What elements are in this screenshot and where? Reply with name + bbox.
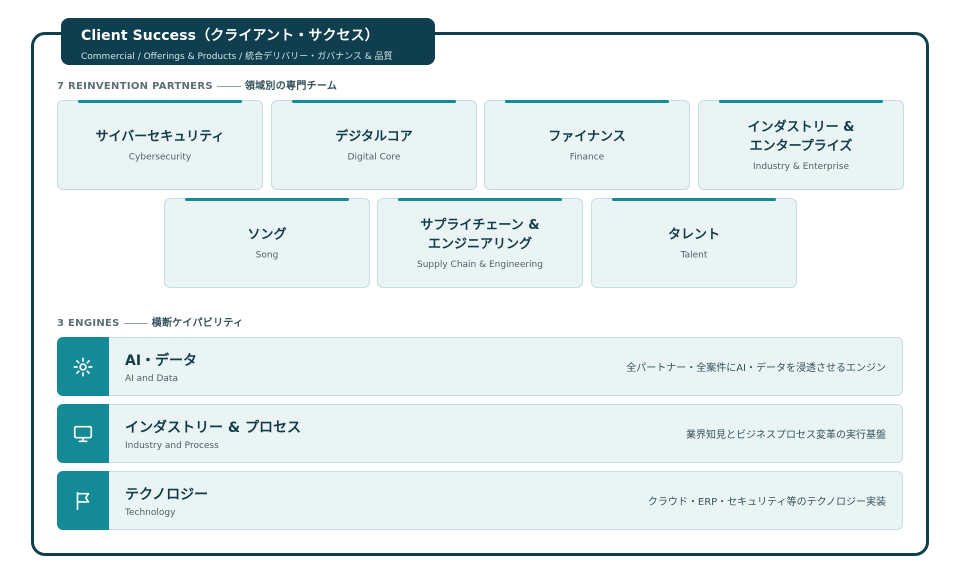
partner-name-en: Song <box>255 250 279 261</box>
partners-label-jp: 領域別の専門チーム <box>244 81 338 92</box>
partner-card-song: ソング Song <box>164 198 370 288</box>
engine-icon-box <box>57 471 109 530</box>
monitor-icon <box>73 425 93 442</box>
engine-name-jp: インダストリー & プロセス <box>125 420 301 436</box>
card-accent-bar <box>292 100 456 103</box>
engine-name-jp: テクノロジー <box>125 487 209 503</box>
engine-row-technology: テクノロジー Technology クラウド・ERP・セキュリティ等のテクノロジ… <box>57 471 903 530</box>
engines-label-jp: 横断ケイパビリティ <box>151 318 244 329</box>
sun-icon <box>73 356 93 377</box>
partner-name-jp: インダストリー & エンタープライズ <box>747 120 855 154</box>
engine-icon-box <box>57 404 109 463</box>
card-accent-bar <box>185 198 349 201</box>
partner-card-finance: ファイナンス Finance <box>484 100 690 190</box>
page-title: Client Success（クライアント・サクセス） <box>81 28 379 44</box>
partners-label-en: 7 REINVENTION PARTNERS <box>57 81 213 92</box>
engine-description: 全パートナー・全案件にAI・データを浸透させるエンジン <box>626 363 886 374</box>
page-subtitle: Commercial / Offerings & Products / 統合デリ… <box>81 52 393 62</box>
partner-card-digital-core: デジタルコア Digital Core <box>271 100 477 190</box>
partner-card-talent: タレント Talent <box>591 198 797 288</box>
card-accent-bar <box>612 198 776 201</box>
partner-name-jp: サイバーセキュリティ <box>95 129 225 145</box>
card-accent-bar <box>398 198 562 201</box>
engines-label-en: 3 ENGINES <box>57 318 120 329</box>
partner-name-en: Supply Chain & Engineering <box>417 260 543 270</box>
partner-name-en: Digital Core <box>347 152 401 163</box>
engine-description: 業界知見とビジネスプロセス変革の実行基盤 <box>686 430 886 441</box>
engine-row-ai-data: AI・データ AI and Data 全パートナー・全案件にAI・データを浸透さ… <box>57 337 903 396</box>
engine-name-jp: AI・データ <box>125 353 198 369</box>
engine-name-en: Technology <box>125 508 176 518</box>
partner-name-jp: デジタルコア <box>335 129 413 145</box>
engines-section-label: 3 ENGINES 横断ケイパビリティ <box>57 314 243 329</box>
partner-card-industry-enterprise: インダストリー & エンタープライズ Industry & Enterprise <box>698 100 904 190</box>
partner-name-jp: タレント <box>667 227 720 243</box>
divider <box>216 85 241 87</box>
engine-name-en: AI and Data <box>125 374 178 384</box>
partner-name-en: Cybersecurity <box>128 152 192 163</box>
partner-name-en: Industry & Enterprise <box>752 162 850 172</box>
partners-section-label: 7 REINVENTION PARTNERS 領域別の専門チーム <box>57 77 337 92</box>
flag-icon <box>76 491 90 510</box>
engine-name-en: Industry and Process <box>125 441 219 451</box>
engine-row-industry-process: インダストリー & プロセス Industry and Process 業界知見… <box>57 404 903 463</box>
partner-name-en: Finance <box>569 152 605 163</box>
divider <box>123 322 148 324</box>
card-accent-bar <box>505 100 669 103</box>
partner-card-cybersecurity: サイバーセキュリティ Cybersecurity <box>57 100 263 190</box>
partner-name-jp: ソング <box>247 227 287 243</box>
engine-description: クラウド・ERP・セキュリティ等のテクノロジー実装 <box>647 497 886 508</box>
card-accent-bar <box>719 100 883 103</box>
partner-name-jp: ファイナンス <box>548 129 626 145</box>
title-tab: Client Success（クライアント・サクセス） Commercial /… <box>61 18 435 65</box>
partner-name-jp: サプライチェーン & エンジニアリング <box>420 218 540 252</box>
partner-name-en: Talent <box>680 250 708 261</box>
card-accent-bar <box>78 100 242 103</box>
partner-card-supply-chain: サプライチェーン & エンジニアリング Supply Chain & Engin… <box>377 198 583 288</box>
engine-icon-box <box>57 337 109 396</box>
